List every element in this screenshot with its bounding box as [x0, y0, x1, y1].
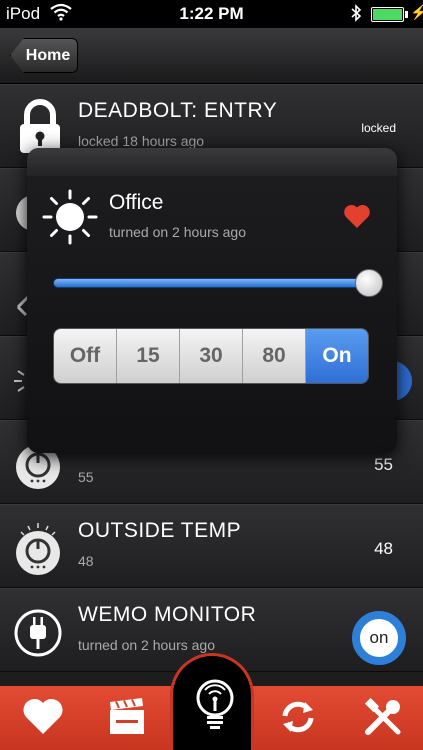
on-toggle-button[interactable]: on — [352, 611, 406, 665]
popup-header-strip — [27, 148, 397, 176]
favorite-heart-icon[interactable] — [343, 203, 371, 229]
option-15[interactable]: 15 — [117, 329, 180, 383]
brightness-slider[interactable] — [53, 269, 383, 297]
bulb-radio-icon — [196, 679, 234, 729]
device-subtitle: locked 18 hours ago — [78, 133, 205, 149]
status-bar: iPod 1:22 PM ⚡ — [0, 0, 423, 28]
level-segmented-control[interactable]: Off 15 30 80 On — [53, 328, 369, 384]
sun-icon — [41, 188, 99, 246]
option-on[interactable]: On — [306, 329, 368, 383]
popup-title: Office — [109, 191, 164, 214]
device-control-popup: Office turned on 2 hours ago Off 15 30 8… — [27, 148, 397, 453]
home-back-button[interactable]: Home — [10, 38, 78, 73]
slider-thumb[interactable] — [355, 269, 383, 297]
option-80[interactable]: 80 — [243, 329, 306, 383]
tools-icon[interactable] — [360, 694, 406, 740]
center-home-button[interactable] — [170, 653, 254, 750]
device-title: OUTSIDE TEMP — [78, 519, 242, 542]
thermostat-icon — [14, 519, 66, 575]
plug-icon — [14, 603, 66, 659]
option-off[interactable]: Off — [54, 329, 117, 383]
battery-tip — [405, 11, 408, 18]
device-value: 55 — [374, 455, 393, 474]
lock-icon — [14, 99, 66, 155]
device-status: locked — [361, 121, 396, 135]
popup-subtitle: turned on 2 hours ago — [109, 224, 246, 240]
refresh-icon[interactable] — [275, 694, 321, 740]
device-value: 48 — [374, 539, 393, 558]
device-subtitle: turned on 2 hours ago — [78, 637, 215, 653]
device-subtitle: 55 — [78, 469, 94, 485]
bluetooth-icon — [350, 4, 362, 27]
device-subtitle: 48 — [78, 553, 94, 569]
device-title: WEMO MONITOR — [78, 603, 257, 626]
device-title: DEADBOLT: ENTRY — [78, 99, 278, 122]
favorites-heart-icon[interactable] — [20, 694, 66, 740]
device-row-outside-temp[interactable]: OUTSIDE TEMP 48 48 — [0, 504, 423, 588]
navigation-bar: Home — [0, 28, 423, 84]
battery-icon — [371, 7, 404, 22]
charging-bolt-icon: ⚡ — [410, 4, 423, 20]
option-30[interactable]: 30 — [180, 329, 243, 383]
scenes-icon[interactable] — [104, 694, 150, 740]
